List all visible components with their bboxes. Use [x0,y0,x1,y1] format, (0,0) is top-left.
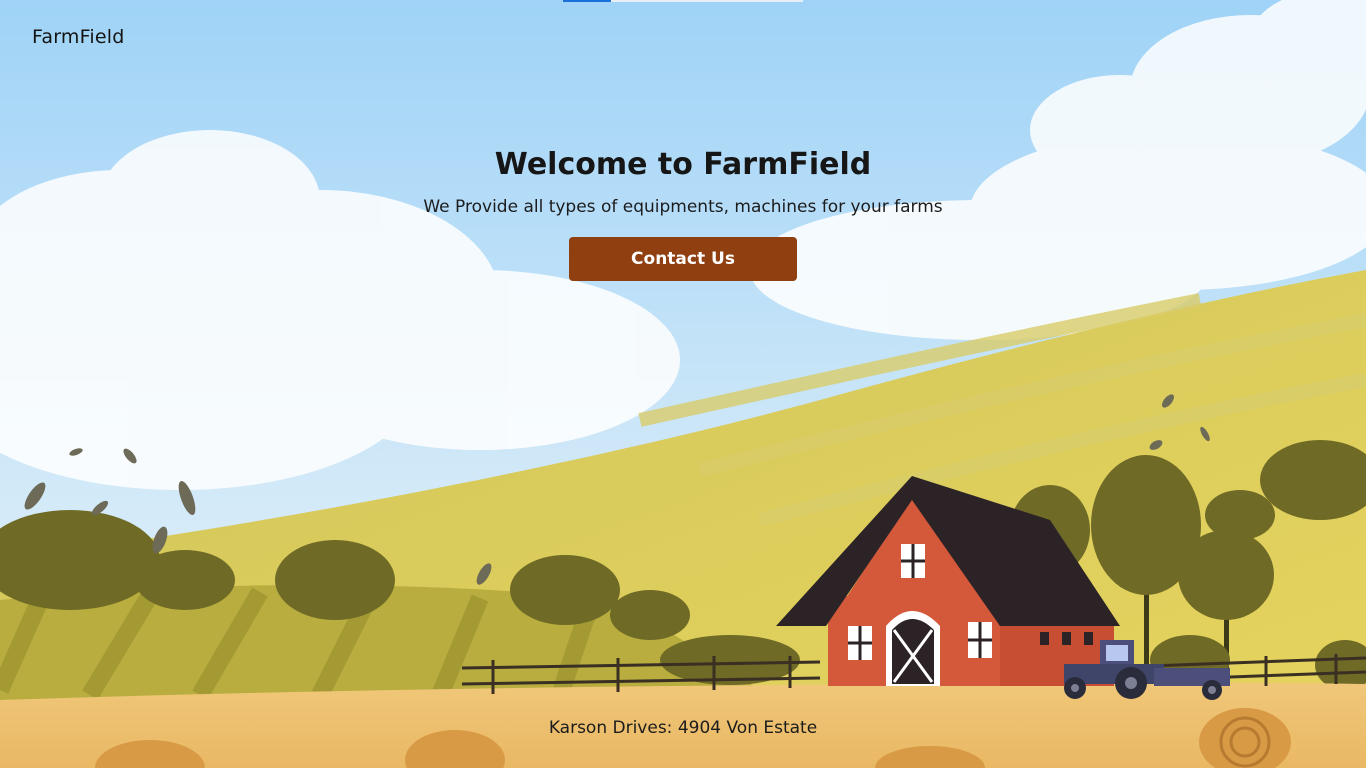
page-loading-bar-fill [563,0,611,2]
brand-logo[interactable]: FarmField [32,26,124,48]
page-loading-bar [563,0,803,2]
hero-subtitle: We Provide all types of equipments, mach… [423,197,943,217]
farm-illustration-background [0,0,1366,768]
footer-address: Karson Drives: 4904 Von Estate [548,718,818,738]
hero-title: Welcome to FarmField [494,147,872,182]
hero-section: Welcome to FarmField We Provide all type… [0,146,1366,281]
contact-us-button[interactable]: Contact Us [569,237,797,281]
